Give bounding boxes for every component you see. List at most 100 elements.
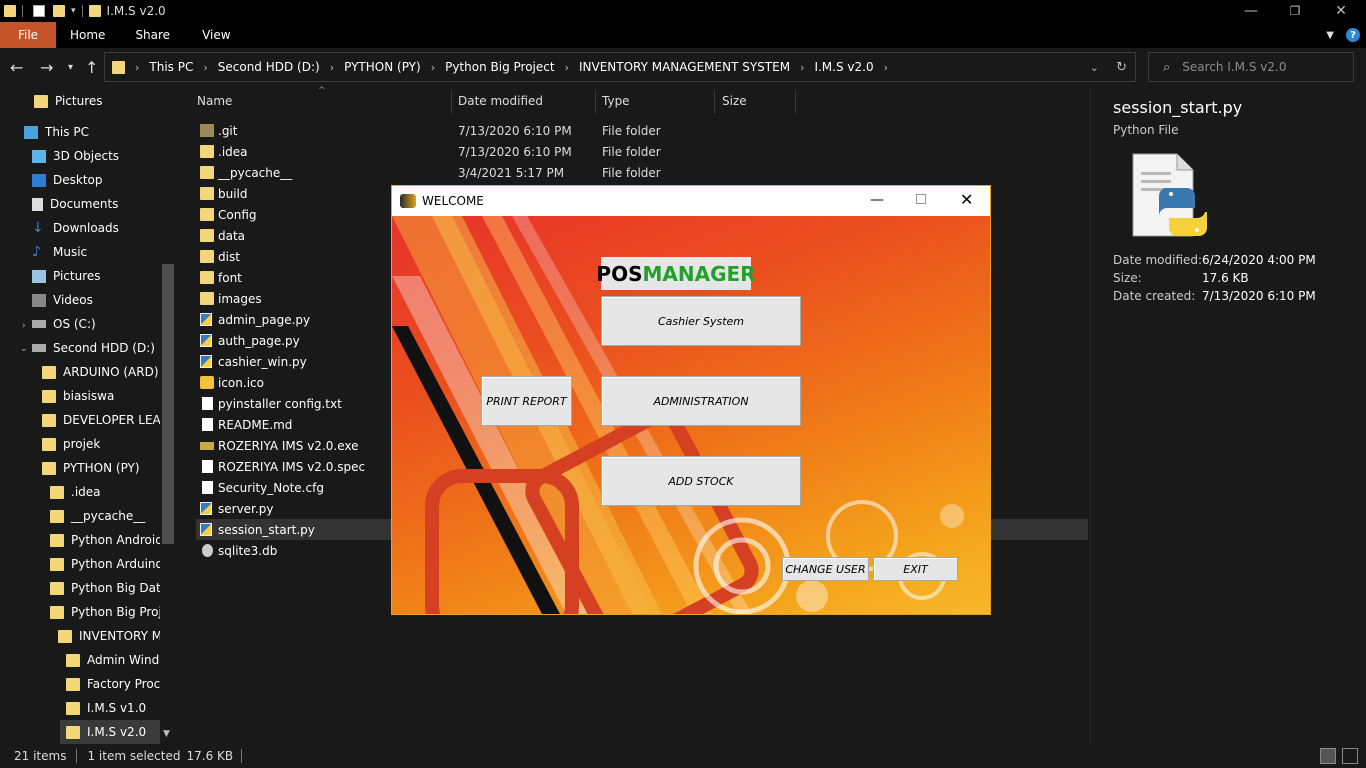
- tab-file[interactable]: File: [0, 22, 56, 48]
- nav-item-ims-v1[interactable]: I.M.S v1.0: [66, 696, 146, 720]
- address-dropdown-icon[interactable]: ⌄: [1090, 61, 1099, 74]
- exit-button[interactable]: EXIT: [873, 557, 958, 581]
- nav-item-desktop[interactable]: Desktop: [32, 168, 103, 192]
- divider: [22, 5, 23, 17]
- chevron-right-icon[interactable]: ›: [565, 61, 569, 74]
- tab-share[interactable]: Share: [119, 22, 186, 48]
- python-file-icon: [200, 502, 212, 515]
- nav-scrollbar-thumb[interactable]: [162, 264, 174, 544]
- minimize-button[interactable]: —: [1228, 0, 1274, 22]
- quick-access-dropdown-icon[interactable]: ▾: [71, 6, 76, 16]
- cfg-file-icon: [202, 481, 213, 494]
- file-date: 3/4/2021 5:17 PM: [458, 165, 565, 180]
- python-file-icon: [200, 355, 212, 368]
- nav-item-admin-window[interactable]: Admin Windo: [66, 648, 167, 672]
- large-icons-view-icon[interactable]: [1342, 748, 1358, 764]
- breadcrumb-second-hdd[interactable]: Second HDD (D:): [218, 60, 320, 74]
- column-divider[interactable]: [714, 90, 715, 114]
- chevron-right-icon[interactable]: ›: [203, 61, 207, 74]
- nav-item-3d-objects[interactable]: 3D Objects: [32, 144, 119, 168]
- breadcrumb-python-big-project[interactable]: Python Big Project: [445, 60, 554, 74]
- nav-item-pictures-quick[interactable]: Pictures: [34, 89, 103, 113]
- nav-item-python-android[interactable]: Python Android: [50, 528, 163, 552]
- tab-home[interactable]: Home: [56, 22, 119, 48]
- nav-item-this-pc[interactable]: This PC: [24, 120, 89, 144]
- nav-item-arduino[interactable]: ARDUINO (ARD): [42, 360, 159, 384]
- tk-maximize-button[interactable]: [916, 194, 926, 204]
- nav-item-second-hdd[interactable]: Second HDD (D:): [32, 336, 155, 360]
- nav-item-python-big-data[interactable]: Python Big Data a: [50, 576, 176, 600]
- nav-item-downloads[interactable]: ↓ Downloads: [32, 216, 119, 240]
- maximize-button[interactable]: ❐: [1272, 0, 1318, 22]
- column-name[interactable]: Name: [197, 94, 232, 108]
- nav-item-pictures[interactable]: Pictures: [32, 264, 101, 288]
- selection-size: 17.6 KB: [186, 749, 234, 763]
- chevron-right-icon[interactable]: ›: [135, 61, 139, 74]
- nav-item-inventory[interactable]: INVENTORY MA: [58, 624, 170, 648]
- breadcrumb-this-pc[interactable]: This PC: [149, 60, 193, 74]
- column-divider[interactable]: [595, 90, 596, 114]
- nav-item-os-c[interactable]: OS (C:): [32, 312, 96, 336]
- breadcrumb-ims-v2[interactable]: I.M.S v2.0: [814, 60, 873, 74]
- forward-arrow-icon[interactable]: →: [40, 58, 53, 77]
- scroll-down-icon[interactable]: ▼: [163, 729, 170, 739]
- exe-file-icon: [200, 442, 214, 450]
- close-button[interactable]: ✕: [1318, 0, 1364, 22]
- tk-minimize-button[interactable]: —: [870, 192, 884, 208]
- nav-item-videos[interactable]: Videos: [32, 288, 93, 312]
- details-view-icon[interactable]: [1320, 748, 1336, 764]
- nav-item-python[interactable]: PYTHON (PY): [42, 456, 140, 480]
- nav-item-projek[interactable]: projek: [42, 432, 100, 456]
- search-placeholder: Search I.M.S v2.0: [1182, 60, 1287, 74]
- nav-item-documents[interactable]: Documents: [32, 192, 118, 216]
- help-icon[interactable]: ?: [1346, 28, 1360, 42]
- nav-label: INVENTORY MA: [79, 629, 171, 643]
- python-file-icon: [200, 313, 212, 326]
- cashier-system-button[interactable]: Cashier System: [601, 296, 801, 346]
- recent-locations-icon[interactable]: ▾: [68, 62, 73, 73]
- chevron-right-icon[interactable]: ›: [884, 61, 888, 74]
- file-row[interactable]: .idea 7/13/2020 6:10 PM File folder: [196, 141, 1088, 162]
- chevron-right-icon[interactable]: ›: [800, 61, 804, 74]
- nav-item-ims-v2[interactable]: I.M.S v2.0: [60, 720, 160, 744]
- search-input[interactable]: ⌕ Search I.M.S v2.0: [1148, 52, 1354, 82]
- nav-item-developer-learn[interactable]: DEVELOPER LEARN: [42, 408, 176, 432]
- back-arrow-icon[interactable]: ←: [10, 58, 23, 77]
- breadcrumb-python[interactable]: PYTHON (PY): [344, 60, 421, 74]
- administration-button[interactable]: ADMINISTRATION: [601, 376, 801, 426]
- change-user-button[interactable]: CHANGE USER: [782, 557, 869, 581]
- nav-item-biasiswa[interactable]: biasiswa: [42, 384, 114, 408]
- nav-item-factory-process[interactable]: Factory Proces: [66, 672, 174, 696]
- column-divider[interactable]: [795, 90, 796, 114]
- file-row[interactable]: .git 7/13/2020 6:10 PM File folder: [196, 120, 1088, 141]
- expand-ribbon-icon[interactable]: ▼: [1326, 30, 1334, 41]
- print-report-button[interactable]: PRINT REPORT: [481, 376, 572, 426]
- tab-view[interactable]: View: [186, 22, 246, 48]
- properties-icon[interactable]: [33, 5, 45, 17]
- up-arrow-icon[interactable]: ↑: [85, 58, 98, 77]
- tk-close-button[interactable]: ✕: [960, 190, 973, 209]
- chevron-right-icon[interactable]: ›: [431, 61, 435, 74]
- column-date-modified[interactable]: Date modified: [458, 94, 543, 108]
- nav-item-music[interactable]: ♪ Music: [32, 240, 87, 264]
- refresh-icon[interactable]: ↻: [1116, 60, 1127, 75]
- file-name: icon.ico: [218, 375, 264, 390]
- column-divider[interactable]: [451, 90, 452, 114]
- nav-item-python-big-project[interactable]: Python Big Proje: [50, 600, 169, 624]
- new-folder-icon[interactable]: [53, 5, 65, 17]
- search-icon: ⌕: [1163, 59, 1171, 75]
- chevron-down-icon[interactable]: ⌄: [20, 344, 28, 354]
- chevron-right-icon[interactable]: ›: [330, 61, 334, 74]
- nav-item-python-arduino[interactable]: Python Arduino: [50, 552, 163, 576]
- file-name: ROZERIYA IMS v2.0.spec: [218, 459, 366, 474]
- nav-item-idea[interactable]: .idea: [50, 480, 101, 504]
- folder-icon: [200, 271, 214, 284]
- column-type[interactable]: Type: [602, 94, 630, 108]
- add-stock-button[interactable]: ADD STOCK: [601, 456, 801, 506]
- column-size[interactable]: Size: [722, 94, 747, 108]
- file-row[interactable]: __pycache__ 3/4/2021 5:17 PM File folder: [196, 162, 1088, 183]
- chevron-right-icon[interactable]: ›: [22, 321, 26, 331]
- address-bar[interactable]: › This PC › Second HDD (D:) › PYTHON (PY) ›…: [104, 52, 1136, 82]
- breadcrumb-inventory[interactable]: INVENTORY MANAGEMENT SYSTEM: [579, 60, 790, 74]
- nav-item-pycache[interactable]: __pycache__: [50, 504, 145, 528]
